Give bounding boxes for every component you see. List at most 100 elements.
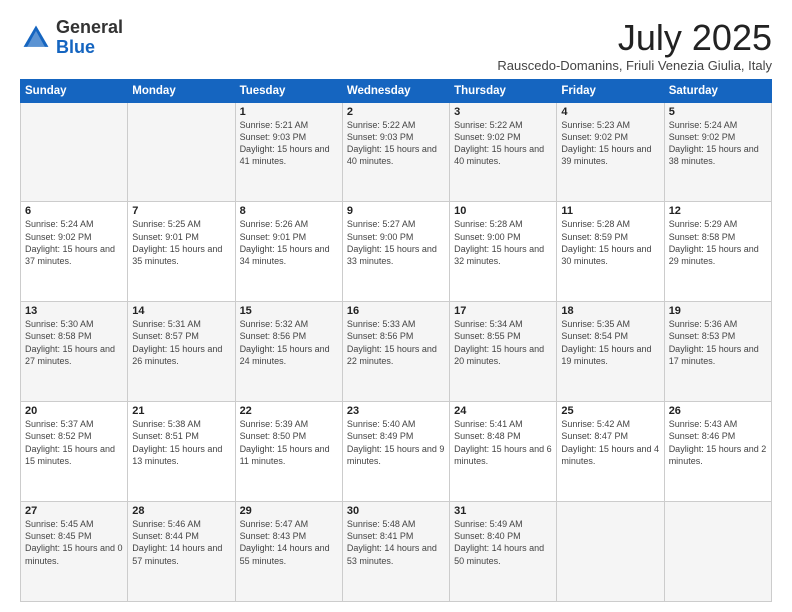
day-number: 30 xyxy=(347,505,445,517)
day-number: 1 xyxy=(240,106,338,118)
day-number: 25 xyxy=(561,405,659,417)
day-info: Sunrise: 5:37 AM Sunset: 8:52 PM Dayligh… xyxy=(25,418,123,467)
calendar-cell: 3Sunrise: 5:22 AM Sunset: 9:02 PM Daylig… xyxy=(450,102,557,202)
calendar-cell: 24Sunrise: 5:41 AM Sunset: 8:48 PM Dayli… xyxy=(450,402,557,502)
calendar-cell: 4Sunrise: 5:23 AM Sunset: 9:02 PM Daylig… xyxy=(557,102,664,202)
day-info: Sunrise: 5:29 AM Sunset: 8:58 PM Dayligh… xyxy=(669,218,767,267)
day-info: Sunrise: 5:41 AM Sunset: 8:48 PM Dayligh… xyxy=(454,418,552,467)
calendar-cell: 22Sunrise: 5:39 AM Sunset: 8:50 PM Dayli… xyxy=(235,402,342,502)
calendar-table: SundayMondayTuesdayWednesdayThursdayFrid… xyxy=(20,79,772,602)
calendar-cell: 7Sunrise: 5:25 AM Sunset: 9:01 PM Daylig… xyxy=(128,202,235,302)
day-info: Sunrise: 5:25 AM Sunset: 9:01 PM Dayligh… xyxy=(132,218,230,267)
calendar-cell: 18Sunrise: 5:35 AM Sunset: 8:54 PM Dayli… xyxy=(557,302,664,402)
day-number: 17 xyxy=(454,305,552,317)
day-number: 15 xyxy=(240,305,338,317)
day-info: Sunrise: 5:46 AM Sunset: 8:44 PM Dayligh… xyxy=(132,518,230,567)
calendar-cell: 28Sunrise: 5:46 AM Sunset: 8:44 PM Dayli… xyxy=(128,502,235,602)
day-info: Sunrise: 5:42 AM Sunset: 8:47 PM Dayligh… xyxy=(561,418,659,467)
logo-general: General xyxy=(56,17,123,37)
day-number: 3 xyxy=(454,106,552,118)
page: General Blue July 2025 Rauscedo-Domanins… xyxy=(0,0,792,612)
day-number: 7 xyxy=(132,205,230,217)
day-info: Sunrise: 5:35 AM Sunset: 8:54 PM Dayligh… xyxy=(561,318,659,367)
weekday-header-friday: Friday xyxy=(557,79,664,102)
calendar-cell: 21Sunrise: 5:38 AM Sunset: 8:51 PM Dayli… xyxy=(128,402,235,502)
day-info: Sunrise: 5:30 AM Sunset: 8:58 PM Dayligh… xyxy=(25,318,123,367)
weekday-header-wednesday: Wednesday xyxy=(342,79,449,102)
day-number: 26 xyxy=(669,405,767,417)
day-number: 5 xyxy=(669,106,767,118)
day-number: 4 xyxy=(561,106,659,118)
weekday-header-monday: Monday xyxy=(128,79,235,102)
calendar-cell: 1Sunrise: 5:21 AM Sunset: 9:03 PM Daylig… xyxy=(235,102,342,202)
calendar-cell: 29Sunrise: 5:47 AM Sunset: 8:43 PM Dayli… xyxy=(235,502,342,602)
day-info: Sunrise: 5:24 AM Sunset: 9:02 PM Dayligh… xyxy=(25,218,123,267)
day-number: 27 xyxy=(25,505,123,517)
header: General Blue July 2025 Rauscedo-Domanins… xyxy=(20,18,772,73)
day-number: 6 xyxy=(25,205,123,217)
day-number: 22 xyxy=(240,405,338,417)
day-info: Sunrise: 5:22 AM Sunset: 9:03 PM Dayligh… xyxy=(347,119,445,168)
weekday-header-thursday: Thursday xyxy=(450,79,557,102)
day-number: 24 xyxy=(454,405,552,417)
calendar-cell xyxy=(557,502,664,602)
title-month: July 2025 xyxy=(497,18,772,58)
calendar-cell: 11Sunrise: 5:28 AM Sunset: 8:59 PM Dayli… xyxy=(557,202,664,302)
day-number: 11 xyxy=(561,205,659,217)
day-info: Sunrise: 5:33 AM Sunset: 8:56 PM Dayligh… xyxy=(347,318,445,367)
calendar-cell xyxy=(128,102,235,202)
day-info: Sunrise: 5:26 AM Sunset: 9:01 PM Dayligh… xyxy=(240,218,338,267)
calendar-cell: 10Sunrise: 5:28 AM Sunset: 9:00 PM Dayli… xyxy=(450,202,557,302)
day-number: 2 xyxy=(347,106,445,118)
week-row-2: 6Sunrise: 5:24 AM Sunset: 9:02 PM Daylig… xyxy=(21,202,772,302)
weekday-header-row: SundayMondayTuesdayWednesdayThursdayFrid… xyxy=(21,79,772,102)
day-number: 31 xyxy=(454,505,552,517)
week-row-5: 27Sunrise: 5:45 AM Sunset: 8:45 PM Dayli… xyxy=(21,502,772,602)
day-info: Sunrise: 5:40 AM Sunset: 8:49 PM Dayligh… xyxy=(347,418,445,467)
calendar-cell: 15Sunrise: 5:32 AM Sunset: 8:56 PM Dayli… xyxy=(235,302,342,402)
week-row-4: 20Sunrise: 5:37 AM Sunset: 8:52 PM Dayli… xyxy=(21,402,772,502)
calendar-cell: 2Sunrise: 5:22 AM Sunset: 9:03 PM Daylig… xyxy=(342,102,449,202)
title-location: Rauscedo-Domanins, Friuli Venezia Giulia… xyxy=(497,58,772,73)
calendar-cell: 9Sunrise: 5:27 AM Sunset: 9:00 PM Daylig… xyxy=(342,202,449,302)
week-row-3: 13Sunrise: 5:30 AM Sunset: 8:58 PM Dayli… xyxy=(21,302,772,402)
week-row-1: 1Sunrise: 5:21 AM Sunset: 9:03 PM Daylig… xyxy=(21,102,772,202)
day-number: 18 xyxy=(561,305,659,317)
day-info: Sunrise: 5:32 AM Sunset: 8:56 PM Dayligh… xyxy=(240,318,338,367)
day-number: 16 xyxy=(347,305,445,317)
day-number: 29 xyxy=(240,505,338,517)
day-number: 13 xyxy=(25,305,123,317)
day-number: 28 xyxy=(132,505,230,517)
day-info: Sunrise: 5:28 AM Sunset: 9:00 PM Dayligh… xyxy=(454,218,552,267)
logo-blue: Blue xyxy=(56,37,95,57)
calendar-cell: 14Sunrise: 5:31 AM Sunset: 8:57 PM Dayli… xyxy=(128,302,235,402)
logo: General Blue xyxy=(20,18,123,58)
day-info: Sunrise: 5:43 AM Sunset: 8:46 PM Dayligh… xyxy=(669,418,767,467)
day-number: 12 xyxy=(669,205,767,217)
calendar-cell: 23Sunrise: 5:40 AM Sunset: 8:49 PM Dayli… xyxy=(342,402,449,502)
day-info: Sunrise: 5:22 AM Sunset: 9:02 PM Dayligh… xyxy=(454,119,552,168)
calendar-cell: 20Sunrise: 5:37 AM Sunset: 8:52 PM Dayli… xyxy=(21,402,128,502)
calendar-cell: 30Sunrise: 5:48 AM Sunset: 8:41 PM Dayli… xyxy=(342,502,449,602)
calendar-cell: 5Sunrise: 5:24 AM Sunset: 9:02 PM Daylig… xyxy=(664,102,771,202)
day-number: 19 xyxy=(669,305,767,317)
calendar-cell: 16Sunrise: 5:33 AM Sunset: 8:56 PM Dayli… xyxy=(342,302,449,402)
weekday-header-sunday: Sunday xyxy=(21,79,128,102)
day-info: Sunrise: 5:49 AM Sunset: 8:40 PM Dayligh… xyxy=(454,518,552,567)
day-number: 14 xyxy=(132,305,230,317)
day-info: Sunrise: 5:47 AM Sunset: 8:43 PM Dayligh… xyxy=(240,518,338,567)
day-info: Sunrise: 5:48 AM Sunset: 8:41 PM Dayligh… xyxy=(347,518,445,567)
day-info: Sunrise: 5:45 AM Sunset: 8:45 PM Dayligh… xyxy=(25,518,123,567)
day-number: 8 xyxy=(240,205,338,217)
day-info: Sunrise: 5:34 AM Sunset: 8:55 PM Dayligh… xyxy=(454,318,552,367)
title-block: July 2025 Rauscedo-Domanins, Friuli Vene… xyxy=(497,18,772,73)
calendar-cell: 31Sunrise: 5:49 AM Sunset: 8:40 PM Dayli… xyxy=(450,502,557,602)
day-number: 9 xyxy=(347,205,445,217)
calendar-cell: 25Sunrise: 5:42 AM Sunset: 8:47 PM Dayli… xyxy=(557,402,664,502)
day-info: Sunrise: 5:36 AM Sunset: 8:53 PM Dayligh… xyxy=(669,318,767,367)
day-number: 23 xyxy=(347,405,445,417)
calendar-cell: 26Sunrise: 5:43 AM Sunset: 8:46 PM Dayli… xyxy=(664,402,771,502)
weekday-header-tuesday: Tuesday xyxy=(235,79,342,102)
calendar-cell: 17Sunrise: 5:34 AM Sunset: 8:55 PM Dayli… xyxy=(450,302,557,402)
day-info: Sunrise: 5:38 AM Sunset: 8:51 PM Dayligh… xyxy=(132,418,230,467)
